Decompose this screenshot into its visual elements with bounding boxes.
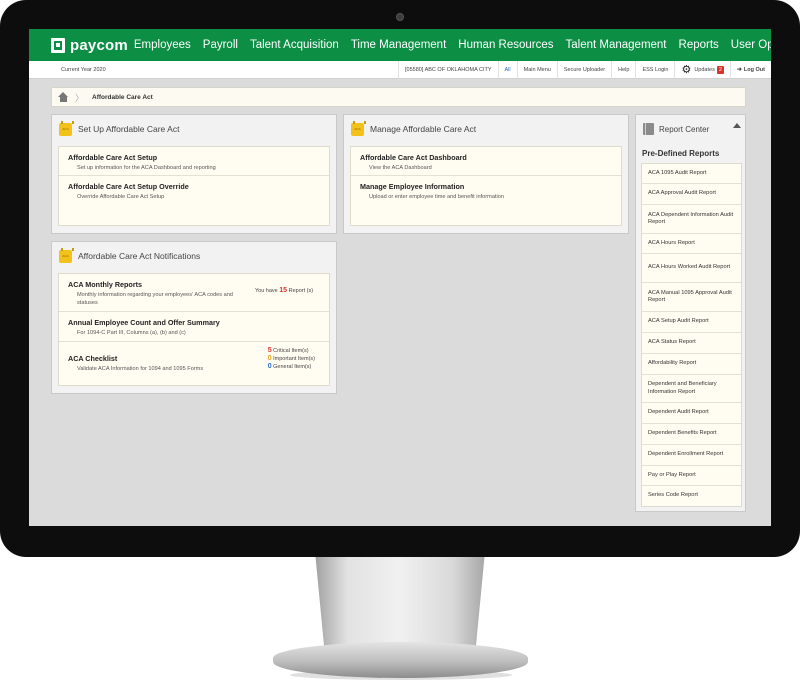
current-year: Current Year 2020	[61, 66, 106, 73]
row-desc: Override Affordable Care Act Setup	[77, 194, 165, 200]
logo-text: paycom	[70, 36, 128, 54]
all-link[interactable]: All	[497, 60, 517, 79]
panel-title: Affordable Care Act Notifications	[78, 251, 201, 261]
report-item[interactable]: Dependent Benefits Report	[642, 424, 741, 445]
nav-reports[interactable]: Reports	[679, 39, 719, 51]
aca-calendar-icon: ACA	[351, 120, 366, 136]
report-item[interactable]: ACA Dependent Information Audit Report	[642, 205, 741, 234]
report-item[interactable]: ACA Hours Worked Audit Report	[642, 254, 741, 283]
important-count: 0	[267, 355, 272, 362]
report-item[interactable]: Dependent Audit Report	[642, 403, 741, 424]
screen: paycom Employees Payroll Talent Acquisit…	[29, 29, 771, 526]
checklist-counts: 5 Critical Item(s) 0 Important Item(s) 0…	[268, 347, 315, 371]
report-item[interactable]: Dependent Enrollment Report	[642, 445, 741, 466]
critical-label: Critical Item(s)	[273, 348, 309, 354]
aca-notifications-panel: ACA Affordable Care Act Notifications AC…	[51, 241, 337, 394]
aca-setup-override-link[interactable]: Affordable Care Act Setup Override Overr…	[59, 176, 329, 205]
secure-uploader-link[interactable]: Secure Uploader	[556, 60, 611, 79]
row-desc: Upload or enter employee time and benefi…	[369, 194, 504, 200]
report-item[interactable]: ACA 1095 Audit Report	[642, 164, 741, 184]
count-prefix: You have	[255, 288, 278, 294]
row-title: Manage Employee Information	[360, 182, 465, 191]
breadcrumb: 〉 Affordable Care Act	[51, 87, 746, 107]
panel-title: Set Up Affordable Care Act	[78, 124, 180, 134]
updates-count-badge: 2	[716, 65, 724, 74]
updates-label: Updates	[694, 66, 715, 73]
monthly-report-count: You have 15 Report (s)	[255, 287, 315, 295]
row-title: Affordable Care Act Setup	[68, 153, 158, 162]
logout-icon: ➜	[736, 67, 742, 73]
logout-button[interactable]: ➜ Log Out	[729, 60, 771, 79]
report-item[interactable]: Affordability Report	[642, 354, 741, 375]
chevron-right-icon: 〉	[75, 92, 85, 103]
nav-payroll[interactable]: Payroll	[203, 39, 238, 51]
panel-title: Manage Affordable Care Act	[370, 124, 477, 134]
monitor-stand-neck	[315, 557, 485, 649]
breadcrumb-current: Affordable Care Act	[92, 93, 153, 101]
report-center-title: Report Center	[659, 124, 710, 134]
nav-talent-management[interactable]: Talent Management	[566, 39, 667, 51]
report-item[interactable]: ACA Status Report	[642, 333, 741, 354]
webcam	[396, 13, 404, 21]
paycom-logo-icon	[51, 37, 65, 53]
report-item[interactable]: ACA Approval Audit Report	[642, 184, 741, 205]
nav-employees[interactable]: Employees	[134, 39, 191, 51]
count-suffix: Report (s)	[288, 288, 314, 294]
aca-calendar-icon: ACA	[59, 120, 74, 136]
general-label: General Item(s)	[273, 364, 312, 370]
pre-defined-reports-heading: Pre-Defined Reports	[642, 149, 720, 158]
aca-checklist-link[interactable]: ACA Checklist Validate ACA Information f…	[59, 342, 329, 386]
book-icon	[643, 123, 654, 135]
critical-count: 5	[267, 347, 272, 354]
row-title: Affordable Care Act Dashboard	[360, 153, 467, 162]
monitor-bezel: paycom Employees Payroll Talent Acquisit…	[0, 0, 800, 557]
row-title: Affordable Care Act Setup Override	[68, 182, 189, 191]
report-item[interactable]: ACA Setup Audit Report	[642, 312, 741, 333]
updates-button[interactable]: ⚙ Updates 2	[674, 60, 729, 79]
aca-dashboard-link[interactable]: Affordable Care Act Dashboard View the A…	[351, 147, 621, 176]
home-icon[interactable]	[58, 92, 69, 102]
row-desc: Monthly information regarding your emplo…	[77, 292, 233, 306]
report-item[interactable]: ACA Hours Report	[642, 234, 741, 254]
company-selector[interactable]: [05580] ABC OF OKLAHOMA CITY	[398, 60, 498, 79]
main-menu-link[interactable]: Main Menu	[516, 60, 557, 79]
monitor-stand-base	[273, 642, 528, 678]
report-list: ACA 1095 Audit Report ACA Approval Audit…	[641, 163, 742, 507]
aca-setup-link[interactable]: Affordable Care Act Setup Set up informa…	[59, 147, 329, 176]
manage-employee-info-link[interactable]: Manage Employee Information Upload or en…	[351, 176, 621, 205]
top-nav: paycom Employees Payroll Talent Acquisit…	[29, 29, 771, 61]
report-count: 15	[279, 287, 288, 294]
paycom-logo[interactable]: paycom	[51, 37, 128, 54]
aca-calendar-icon: ACA	[59, 247, 74, 263]
help-link[interactable]: Help	[611, 60, 635, 79]
ess-login-link[interactable]: ESS Login	[635, 60, 674, 79]
report-item[interactable]: Dependent and Beneficiary Information Re…	[642, 375, 741, 403]
general-count: 0	[267, 363, 272, 370]
aca-monthly-reports-link[interactable]: ACA Monthly Reports Monthly information …	[59, 274, 329, 312]
report-item[interactable]: Pay or Play Report	[642, 466, 741, 486]
nav-human-resources[interactable]: Human Resources	[458, 39, 553, 51]
nav-talent-acquisition[interactable]: Talent Acquisition	[250, 39, 339, 51]
row-desc: For 1094-C Part III, Columns (a), (b) an…	[77, 330, 186, 336]
row-title: Annual Employee Count and Offer Summary	[68, 318, 220, 327]
row-desc: View the ACA Dashboard	[369, 165, 432, 171]
manage-aca-panel: ACA Manage Affordable Care Act Affordabl…	[343, 114, 629, 234]
report-item[interactable]: Series Code Report	[642, 486, 741, 506]
gear-icon: ⚙	[681, 64, 692, 76]
nav-time-management[interactable]: Time Management	[351, 39, 446, 51]
important-label: Important Item(s)	[273, 356, 315, 362]
sub-toolbar: Current Year 2020 [05580] ABC OF OKLAHOM…	[29, 60, 771, 79]
report-center-panel: Report Center Pre-Defined Reports ACA 10…	[635, 114, 746, 512]
collapse-caret-icon[interactable]	[733, 123, 741, 128]
nav-user-options[interactable]: User Options	[731, 39, 771, 51]
setup-aca-panel: ACA Set Up Affordable Care Act Affordabl…	[51, 114, 337, 234]
row-desc: Set up information for the ACA Dashboard…	[77, 165, 216, 171]
logout-label: Log Out	[743, 66, 765, 73]
report-item[interactable]: ACA Manual 1095 Approval Audit Report	[642, 283, 741, 312]
annual-employee-count-link[interactable]: Annual Employee Count and Offer Summary …	[59, 312, 329, 342]
